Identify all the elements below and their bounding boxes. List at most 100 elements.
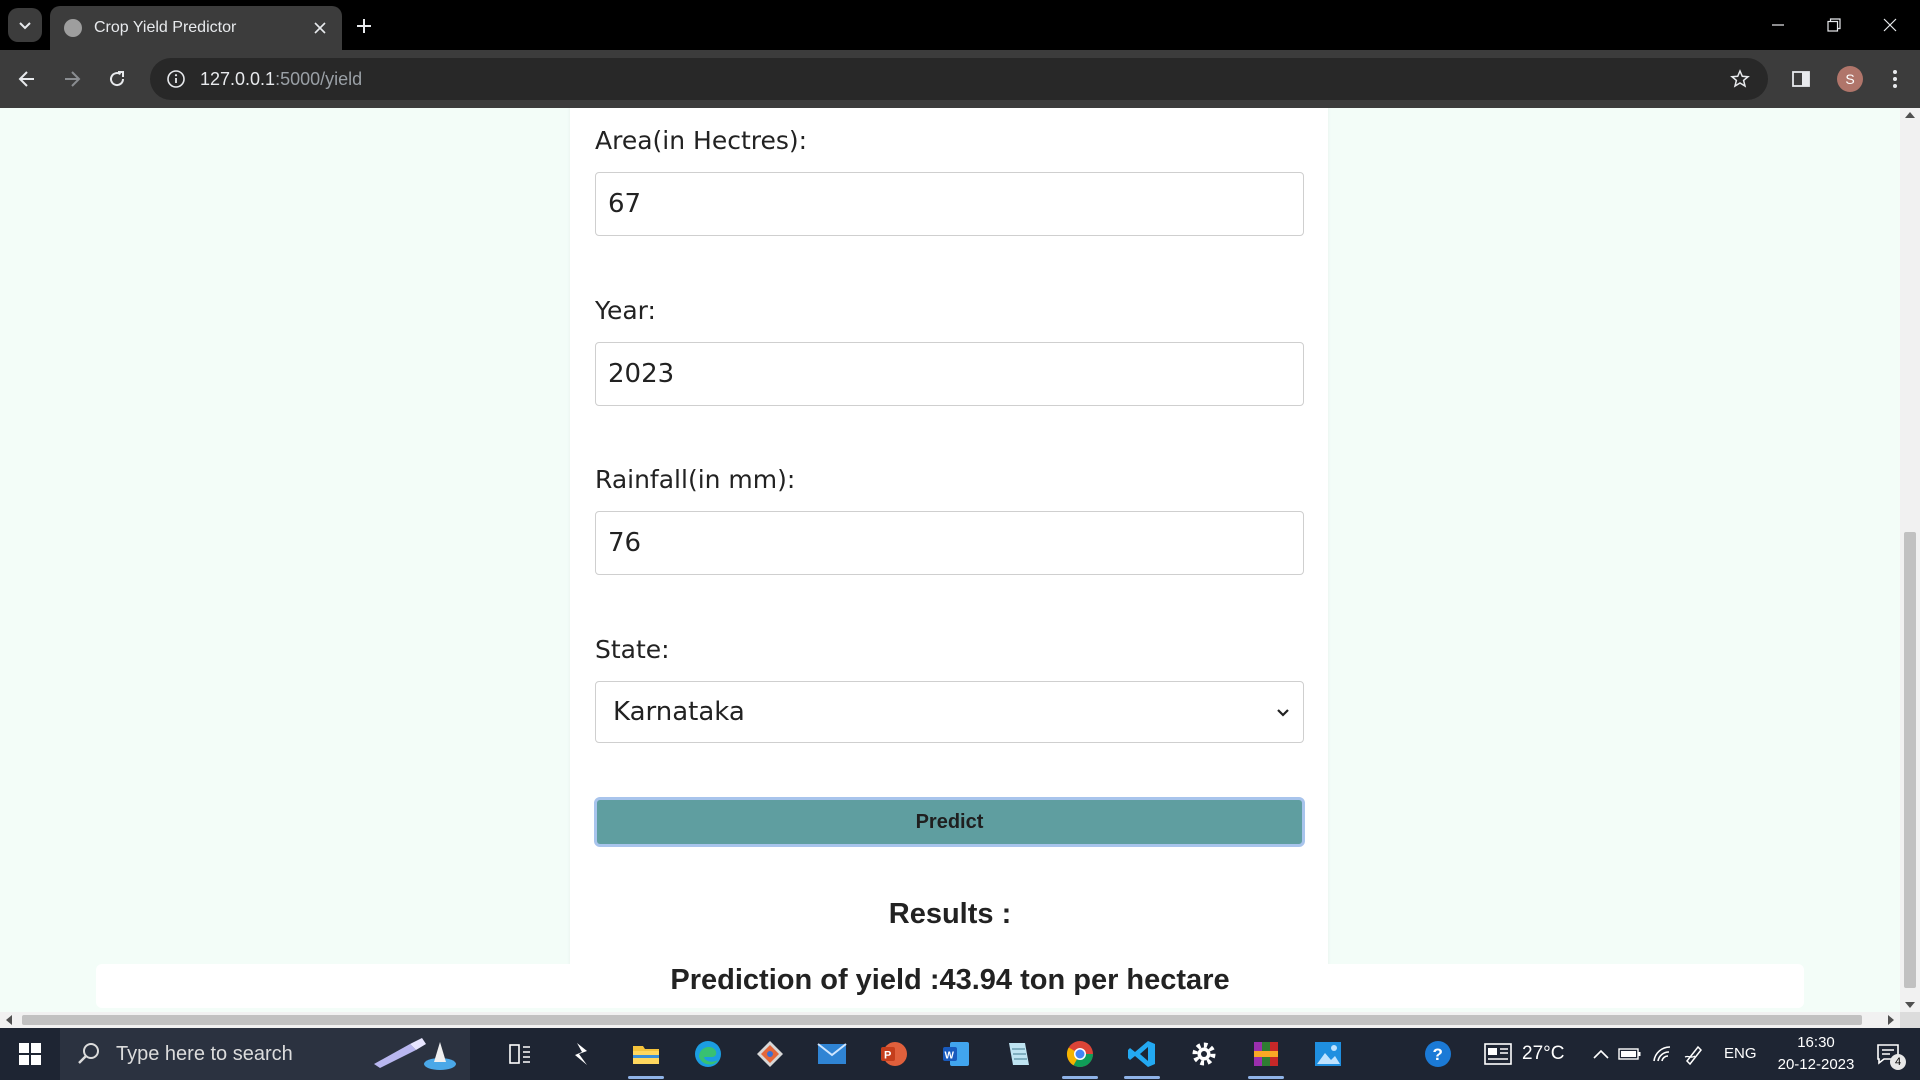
task-view-button[interactable] xyxy=(494,1034,546,1074)
predict-button[interactable]: Predict xyxy=(594,797,1305,847)
winrar-icon xyxy=(1254,1042,1278,1066)
scrollbar-corner xyxy=(1900,1012,1920,1028)
tab-search-button[interactable] xyxy=(8,8,42,42)
input-language[interactable]: ENG xyxy=(1724,1045,1757,1062)
url-text: 127.0.0.1:5000/yield xyxy=(200,69,362,90)
taskbar-app-chrome[interactable] xyxy=(1054,1034,1106,1079)
browser-tab[interactable]: Crop Yield Predictor xyxy=(50,6,342,50)
results-heading: Results : xyxy=(888,898,1012,930)
pen-icon xyxy=(1684,1045,1703,1065)
url-path: :5000/yield xyxy=(275,68,363,89)
side-panel-button[interactable] xyxy=(1784,62,1818,96)
pen-menu-button[interactable] xyxy=(1680,1034,1708,1074)
show-hidden-icons-button[interactable] xyxy=(1588,1034,1614,1074)
weather-widget-icon[interactable] xyxy=(1478,1034,1518,1074)
notepad-icon xyxy=(1009,1043,1029,1065)
vscode-icon xyxy=(1128,1041,1155,1067)
address-bar[interactable]: 127.0.0.1:5000/yield xyxy=(150,58,1768,100)
state-label: State: xyxy=(595,635,670,664)
start-button[interactable] xyxy=(0,1028,60,1080)
taskbar-app-word[interactable]: W xyxy=(930,1034,982,1074)
back-button[interactable] xyxy=(10,62,44,96)
area-input[interactable]: 67 xyxy=(595,172,1304,236)
clock-date: 20-12-2023 xyxy=(1777,1056,1855,1073)
taskbar-app-settings[interactable] xyxy=(1178,1034,1230,1074)
search-icon xyxy=(78,1043,99,1064)
restore-icon xyxy=(1827,18,1841,32)
vertical-scroll-thumb[interactable] xyxy=(1904,532,1916,988)
scroll-left-icon[interactable] xyxy=(6,1015,12,1025)
file-explorer-icon xyxy=(633,1046,659,1064)
year-input[interactable]: 2023 xyxy=(595,342,1304,406)
taskbar-app-powerpoint[interactable]: P xyxy=(868,1034,920,1074)
task-view-icon xyxy=(509,1044,530,1064)
taskbar-app-vscode[interactable] xyxy=(1116,1034,1168,1079)
word-icon: W xyxy=(943,1042,969,1066)
scroll-up-icon[interactable] xyxy=(1905,112,1915,118)
chrome-icon xyxy=(1066,1041,1094,1068)
state-selected-value: Karnataka xyxy=(613,697,745,727)
close-window-button[interactable] xyxy=(1862,0,1918,50)
reload-icon xyxy=(110,71,125,87)
taskbar-app-file-explorer[interactable] xyxy=(620,1034,672,1079)
svg-text:W: W xyxy=(945,1051,955,1062)
vertical-scrollbar[interactable] xyxy=(1900,108,1920,1012)
battery-status[interactable] xyxy=(1616,1034,1644,1074)
minimize-icon xyxy=(1772,24,1784,26)
svg-text:?: ? xyxy=(1433,1045,1443,1064)
edge-icon xyxy=(695,1041,721,1067)
reload-button[interactable] xyxy=(100,62,134,96)
notification-count-badge: 4 xyxy=(1890,1054,1906,1070)
browser-menu-button[interactable] xyxy=(1880,62,1910,96)
more-vert-icon xyxy=(1893,70,1897,88)
side-panel-icon xyxy=(1792,71,1810,87)
tab-close-button[interactable] xyxy=(306,14,334,42)
taskbar-app-winrar[interactable] xyxy=(1240,1034,1292,1079)
scroll-right-icon[interactable] xyxy=(1888,1015,1894,1025)
rainfall-input[interactable]: 76 xyxy=(595,511,1304,575)
arrow-right-icon xyxy=(65,71,81,87)
close-icon xyxy=(1883,18,1897,32)
network-status[interactable] xyxy=(1648,1034,1676,1074)
url-host: 127.0.0.1 xyxy=(200,68,276,89)
close-icon xyxy=(314,22,326,34)
profile-avatar[interactable]: S xyxy=(1837,66,1863,92)
clock-time: 16:30 xyxy=(1797,1034,1835,1051)
taskbar-search-box[interactable]: Type here to search xyxy=(60,1028,470,1080)
bookmark-star-button[interactable] xyxy=(1726,65,1754,93)
notification-center-button[interactable]: 4 xyxy=(1868,1036,1908,1072)
minimize-button[interactable] xyxy=(1750,0,1806,50)
horizontal-scroll-thumb[interactable] xyxy=(22,1015,1862,1025)
forward-button[interactable] xyxy=(55,62,89,96)
site-info-icon[interactable] xyxy=(162,65,190,93)
page-viewport: Area(in Hectres): 67 Year: 2023 Rainfall… xyxy=(0,108,1920,1028)
vs-icon xyxy=(575,1043,587,1065)
new-tab-button[interactable] xyxy=(348,10,380,42)
area-label: Area(in Hectres): xyxy=(595,126,808,155)
state-select[interactable]: Karnataka xyxy=(595,681,1304,743)
taskbar-app-vs[interactable] xyxy=(556,1034,608,1074)
taskbar-app-mail[interactable] xyxy=(806,1034,858,1074)
taskbar-app-notepad[interactable] xyxy=(992,1034,1044,1074)
help-button[interactable]: ? xyxy=(1412,1034,1464,1074)
browser-toolbar: 127.0.0.1:5000/yield S xyxy=(0,50,1920,108)
powerpoint-icon: P xyxy=(881,1042,907,1066)
news-icon xyxy=(1484,1043,1512,1065)
taskbar-app-photos[interactable] xyxy=(1302,1034,1354,1074)
tab-title: Crop Yield Predictor xyxy=(94,19,237,36)
year-label: Year: xyxy=(595,296,656,325)
restore-button[interactable] xyxy=(1806,0,1862,50)
scroll-down-icon[interactable] xyxy=(1905,1002,1915,1008)
wifi-icon xyxy=(1653,1046,1671,1062)
photos-icon xyxy=(1315,1042,1341,1066)
prediction-result: Prediction of yield :43.94 ton per hecta… xyxy=(670,964,1230,996)
arrow-left-icon xyxy=(18,71,34,87)
weather-temperature[interactable]: 27°C xyxy=(1522,1043,1564,1065)
windows-taskbar: Type here to search P W ? 27°C ENG 16:30… xyxy=(0,1028,1920,1080)
taskbar-app-git[interactable] xyxy=(744,1034,796,1074)
windows-logo-icon xyxy=(19,1043,41,1065)
horizontal-scrollbar[interactable] xyxy=(0,1012,1900,1028)
taskbar-clock[interactable]: 16:30 20-12-2023 xyxy=(1764,1032,1868,1076)
taskbar-app-edge[interactable] xyxy=(682,1034,734,1074)
globe-icon xyxy=(64,19,82,37)
